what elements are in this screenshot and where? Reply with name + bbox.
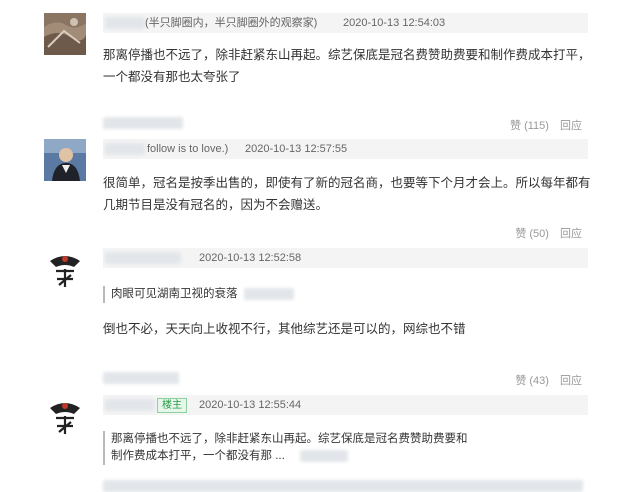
user-avatar-calligraphy[interactable] xyxy=(44,396,86,438)
like-button[interactable]: 赞 (115) xyxy=(510,120,549,132)
comment-actions: 赞 (50) 回应 xyxy=(511,225,582,241)
comment-time: 2020-10-13 12:52:58 xyxy=(199,252,302,264)
reply-button[interactable]: 回应 xyxy=(560,228,582,240)
comment-time: 2020-10-13 12:55:44 xyxy=(199,399,302,411)
user-signature: (半只脚圈内，半只脚圈外的观察家) xyxy=(145,17,318,29)
comment-actions: 赞 (115) 回应 xyxy=(506,117,582,133)
like-button[interactable]: 赞 (50) xyxy=(515,228,549,240)
comment-meta: 楼主 2020-10-13 12:55:44 xyxy=(103,395,588,415)
comment-text: 那离停播也不远了，除非赶紧东山再起。综艺保底是冠名费赞助费要和制作费成本打平，一… xyxy=(103,48,591,84)
reply-button[interactable]: 回应 xyxy=(560,120,582,132)
blurred-quote-author xyxy=(300,450,348,462)
blurred-username xyxy=(105,143,145,155)
blurred-username xyxy=(105,252,181,264)
op-badge: 楼主 xyxy=(157,398,187,413)
user-avatar-calligraphy[interactable] xyxy=(44,249,86,291)
reply-button[interactable]: 回应 xyxy=(560,375,582,387)
comment-actions: 赞 (43) 回应 xyxy=(511,372,582,388)
quoted-text: 肉眼可见湖南卫视的衰落 xyxy=(103,286,238,303)
comment-1: (半只脚圈内，半只脚圈外的观察家) 2020-10-13 12:54:03 那离… xyxy=(0,0,640,140)
comment-meta: (半只脚圈内，半只脚圈外的观察家) 2020-10-13 12:54:03 xyxy=(103,13,588,33)
blurred-reply-line xyxy=(103,117,183,129)
comment-text: 很简单，冠名是按季出售的，即使有了新的冠名商，也要等下个月才会上。所以每年都有几… xyxy=(103,176,591,212)
comment-time: 2020-10-13 12:57:55 xyxy=(245,143,348,155)
comment-meta: follow is to love.) 2020-10-13 12:57:55 xyxy=(103,139,588,159)
user-avatar-person[interactable] xyxy=(44,139,86,181)
blurred-comment-text xyxy=(103,480,583,492)
blurred-username xyxy=(105,17,145,29)
quoted-text: 那离停播也不远了，除非赶紧东山再起。综艺保底是冠名费赞助费要和制作费成本打平，一… xyxy=(103,431,471,465)
blurred-reply-line xyxy=(103,372,179,384)
comment-text: 倒也不必，天天向上收视不行，其他综艺还是可以的，网综也不错 xyxy=(103,322,466,336)
like-button[interactable]: 赞 (43) xyxy=(515,375,549,387)
blurred-username xyxy=(105,399,155,411)
user-signature: follow is to love.) xyxy=(147,143,229,155)
comment-time: 2020-10-13 12:54:03 xyxy=(343,17,446,29)
blurred-quote-author xyxy=(244,288,294,300)
user-avatar-landscape[interactable] xyxy=(44,13,86,55)
comment-meta: 2020-10-13 12:52:58 xyxy=(103,248,588,268)
